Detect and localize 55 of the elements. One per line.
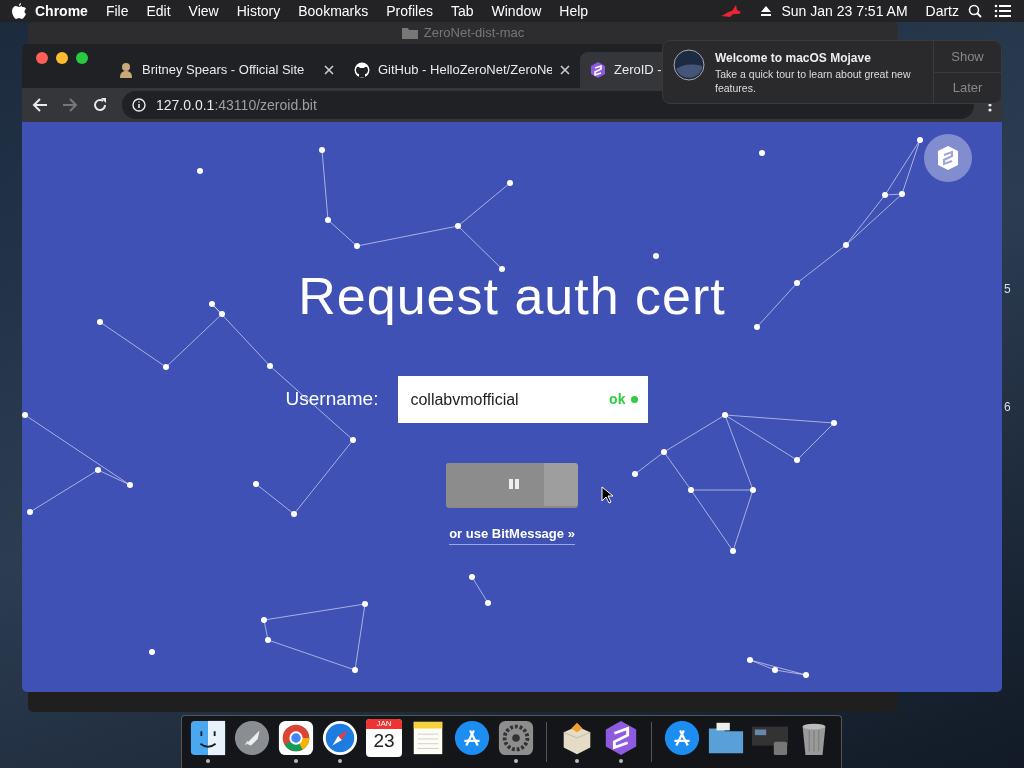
- window-control-button[interactable]: [76, 52, 88, 64]
- browser-icon[interactable]: [277, 719, 315, 757]
- notification-button[interactable]: Show: [934, 41, 1001, 72]
- desktop-icon-label: 5: [1004, 281, 1011, 298]
- menu-item[interactable]: Help: [550, 0, 598, 22]
- calendar-icon[interactable]: JAN 23: [366, 719, 402, 757]
- face-icon[interactable]: [189, 719, 227, 757]
- hexagon-icon: [590, 62, 606, 78]
- url-text: 127.0.0.1:43110/zeroid.bit: [156, 95, 317, 115]
- figure-icon: [118, 62, 134, 78]
- notification-button[interactable]: Later: [934, 71, 1001, 103]
- calendar-day: 23: [373, 729, 395, 753]
- browser-tab[interactable]: Britney Spears - Official Site: [108, 52, 344, 88]
- apple-icon[interactable]: [12, 3, 26, 19]
- mojave-icon: [673, 49, 705, 81]
- calendar-month: JAN: [366, 719, 402, 729]
- menu-item[interactable]: View: [179, 0, 228, 22]
- app-menu[interactable]: Chrome: [26, 0, 97, 22]
- cursor-icon: [601, 486, 613, 504]
- folder-icon: [401, 27, 418, 39]
- status-text: ok: [609, 390, 626, 409]
- notification-title: Welcome to macOS Mojave: [715, 50, 872, 67]
- app-icon[interactable]: [663, 719, 701, 757]
- gear-icon[interactable]: [497, 719, 535, 757]
- octocat-icon: [354, 62, 370, 78]
- field-label: Username:: [285, 387, 379, 412]
- back-icon[interactable]: [32, 97, 48, 113]
- close-icon[interactable]: [560, 65, 570, 75]
- eject-icon[interactable]: [760, 5, 773, 17]
- bitmessage-link[interactable]: or use BitMessage »: [449, 524, 575, 545]
- menu-item[interactable]: Edit: [137, 0, 180, 22]
- menu-item[interactable]: Window: [482, 0, 551, 22]
- list-icon[interactable]: [994, 4, 1012, 18]
- hexagon-icon: [937, 145, 959, 171]
- close-icon[interactable]: [324, 65, 334, 75]
- menu-item[interactable]: File: [96, 0, 138, 22]
- compass-icon[interactable]: [321, 719, 359, 757]
- menu-item[interactable]: Tab: [441, 0, 483, 22]
- user-menu[interactable]: Dartz: [916, 0, 968, 22]
- window-title: ZeroNet-dist-mac: [423, 24, 525, 43]
- menu-item[interactable]: History: [227, 0, 290, 22]
- pause-icon: [509, 479, 519, 489]
- menu-item[interactable]: Bookmarks: [289, 0, 378, 22]
- reload-icon[interactable]: [92, 97, 108, 113]
- desktop-icon-label: 6: [1004, 399, 1011, 416]
- search-icon[interactable]: [968, 4, 982, 18]
- app-icon[interactable]: [453, 719, 491, 757]
- logo-button[interactable]: [924, 134, 972, 182]
- menu-item[interactable]: Profiles: [377, 0, 442, 22]
- window-control-button[interactable]: [36, 52, 48, 64]
- forward-icon[interactable]: [62, 97, 78, 113]
- menu-clock[interactable]: Sun Jan 23 7:51 AM: [772, 0, 917, 22]
- window-control-button[interactable]: [56, 52, 68, 64]
- info-icon: [132, 98, 146, 112]
- status-dot: [631, 396, 639, 403]
